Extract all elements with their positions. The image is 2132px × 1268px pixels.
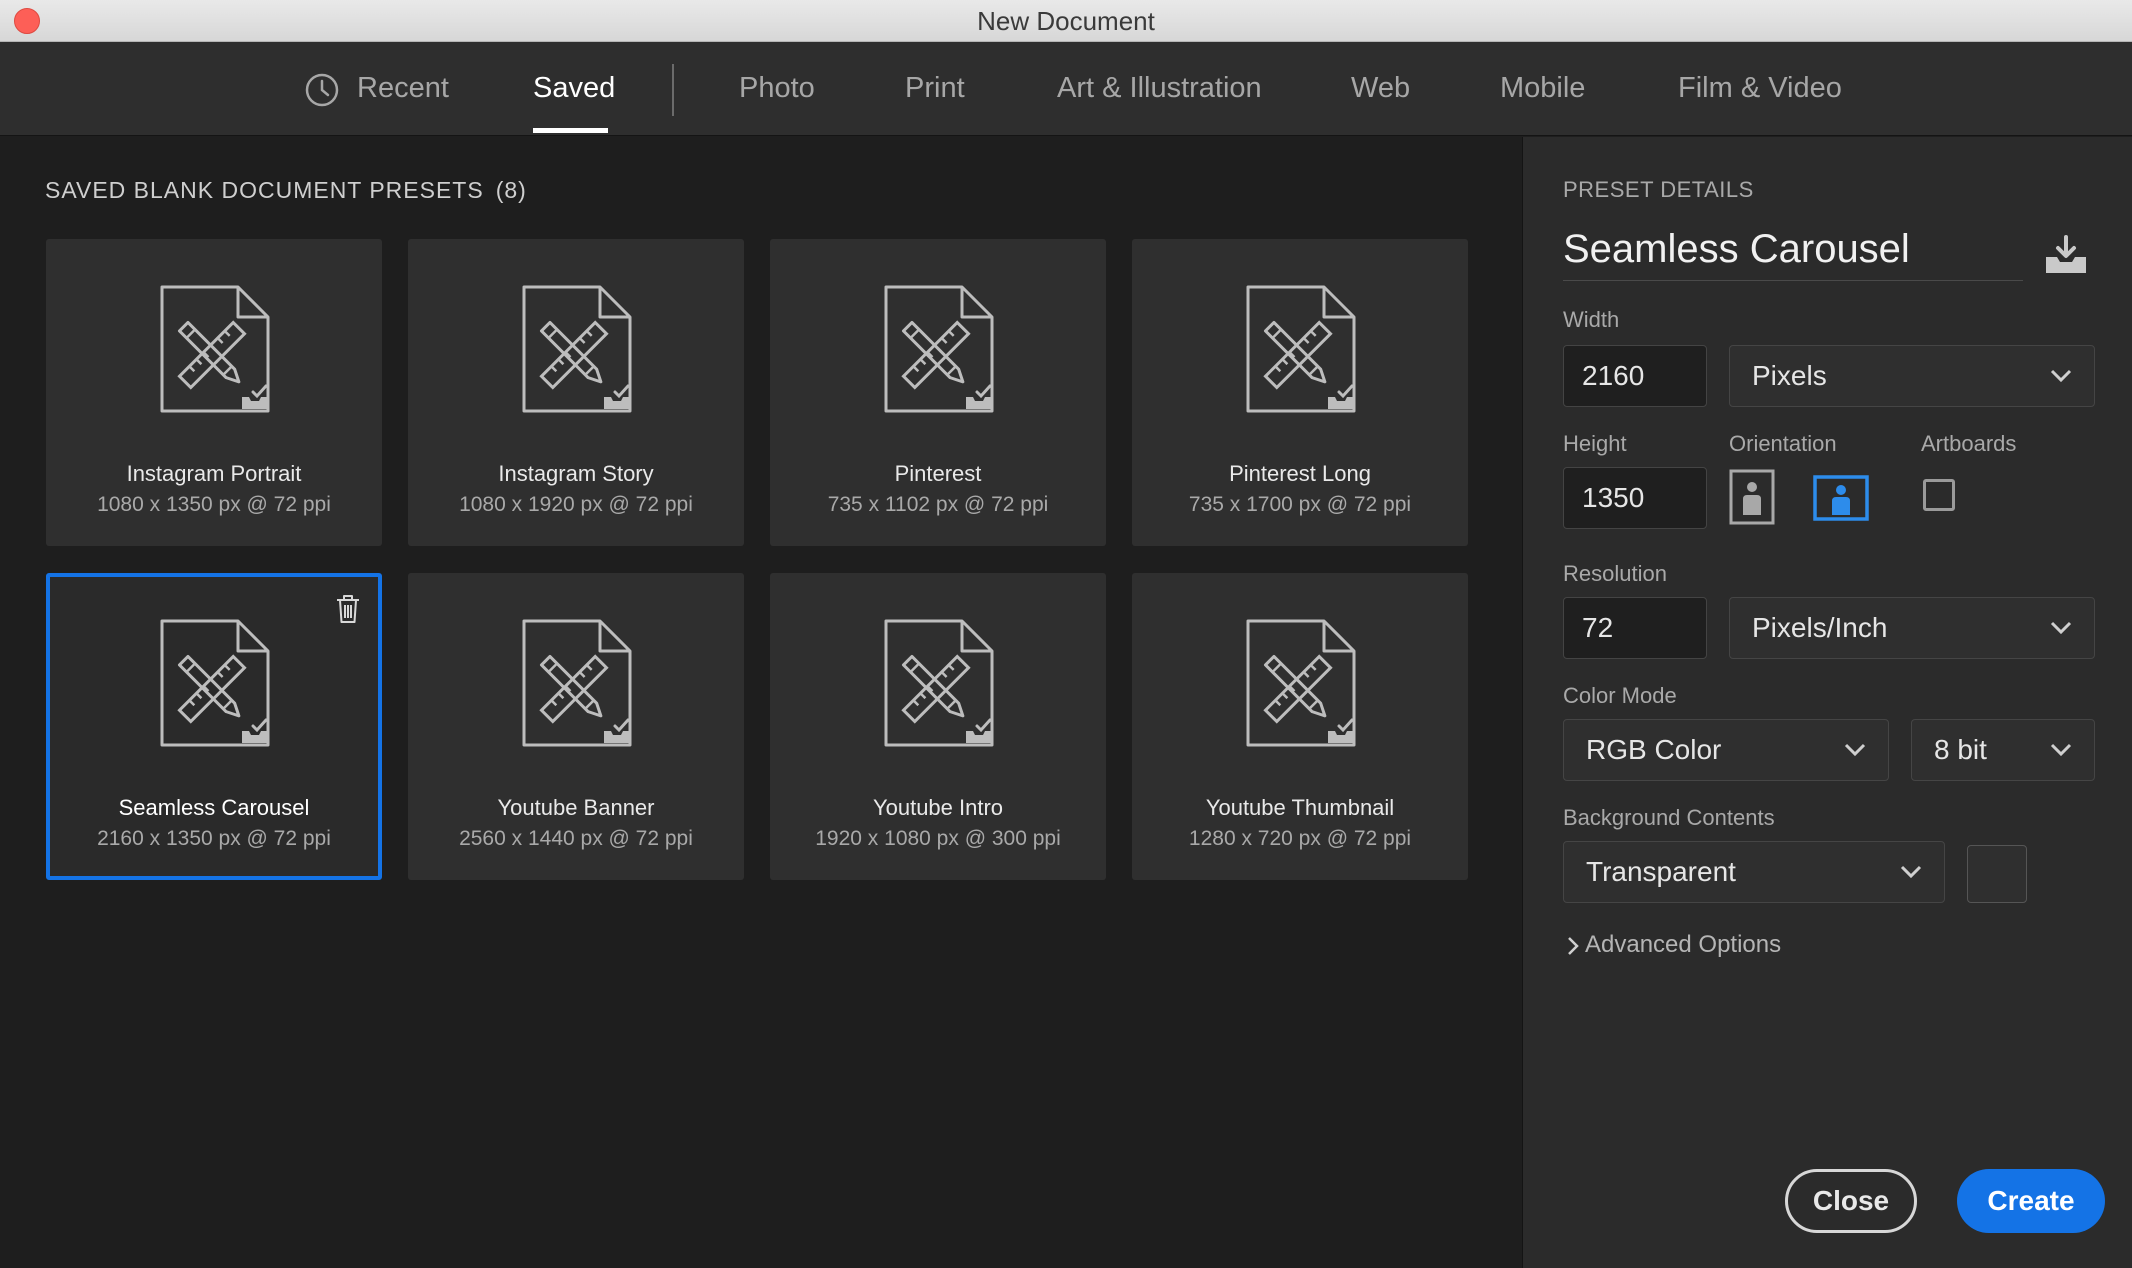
preset-name: Pinterest Long: [1229, 461, 1371, 486]
preset-gallery: SAVED BLANK DOCUMENT PRESETS (8) Instagra…: [0, 137, 1522, 1268]
create-button[interactable]: Create: [1957, 1169, 2105, 1233]
save-preset-icon[interactable]: [2043, 235, 2089, 275]
resolution-unit-select[interactable]: Pixels/Inch: [1729, 597, 2095, 659]
width-unit-value: Pixels: [1752, 360, 1827, 391]
tab-art-illustration[interactable]: Art & Illustration: [1057, 72, 1262, 105]
chevron-down-icon: [2050, 621, 2072, 635]
tab-saved[interactable]: Saved: [533, 72, 615, 105]
document-preset-icon: [522, 285, 632, 413]
orientation-label: Orientation: [1729, 431, 1837, 456]
tab-film-video[interactable]: Film & Video: [1678, 72, 1842, 105]
tab-active-indicator: [533, 128, 608, 133]
background-label: Background Contents: [1563, 805, 1775, 830]
preset-name: Pinterest: [894, 461, 982, 486]
trash-icon[interactable]: [334, 593, 362, 625]
advanced-options-label: Advanced Options: [1585, 931, 1782, 958]
width-input[interactable]: 2160: [1563, 345, 1707, 407]
preset-name-input[interactable]: Seamless Carousel: [1563, 227, 2023, 281]
color-mode-select[interactable]: RGB Color: [1563, 719, 1889, 781]
background-color-swatch[interactable]: [1967, 845, 2027, 903]
document-preset-icon: [884, 285, 994, 413]
resolution-input[interactable]: 72: [1563, 597, 1707, 659]
color-mode-label: Color Mode: [1563, 683, 1677, 708]
close-button[interactable]: Close: [1785, 1169, 1917, 1233]
preset-name: Youtube Banner: [497, 795, 655, 820]
tab-recent[interactable]: Recent: [357, 72, 449, 105]
height-input[interactable]: 1350: [1563, 467, 1707, 529]
preset-dimensions: 1920 x 1080 px @ 300 ppi: [815, 827, 1061, 850]
advanced-options-toggle[interactable]: Advanced Options: [1567, 931, 1781, 959]
preset-name: Youtube Intro: [872, 795, 1004, 820]
category-tabs: Recent Saved Photo Print Art & Illustrat…: [0, 42, 2132, 136]
tab-web[interactable]: Web: [1351, 72, 1410, 105]
artboards-label: Artboards: [1921, 431, 2017, 456]
preset-card-selected[interactable]: Seamless Carousel 2160 x 1350 px @ 72 pp…: [46, 573, 382, 880]
preset-name: Instagram Story: [498, 461, 654, 486]
gallery-title-text: SAVED BLANK DOCUMENT PRESETS: [45, 177, 484, 203]
preset-dimensions: 2560 x 1440 px @ 72 ppi: [459, 827, 693, 850]
preset-card[interactable]: Instagram Story 1080 x 1920 px @ 72 ppi: [408, 239, 744, 546]
window-title: New Document: [977, 6, 1155, 36]
background-select[interactable]: Transparent: [1563, 841, 1945, 903]
document-preset-icon: [884, 619, 994, 747]
document-preset-icon: [1246, 285, 1356, 413]
resolution-unit-value: Pixels/Inch: [1752, 612, 1888, 643]
preset-card[interactable]: Youtube Thumbnail 1280 x 720 px @ 72 ppi: [1132, 573, 1468, 880]
preset-card[interactable]: Youtube Banner 2560 x 1440 px @ 72 ppi: [408, 573, 744, 880]
preset-dimensions: 2160 x 1350 px @ 72 ppi: [97, 827, 331, 850]
preset-dimensions: 1080 x 1350 px @ 72 ppi: [97, 493, 331, 516]
width-label: Width: [1563, 307, 1620, 332]
tab-print[interactable]: Print: [905, 72, 965, 105]
preset-name: Instagram Portrait: [126, 461, 302, 486]
height-label: Height: [1563, 431, 1627, 456]
chevron-down-icon: [1844, 743, 1866, 757]
preset-name: Seamless Carousel: [118, 795, 310, 820]
gallery-count: (8): [495, 177, 527, 203]
clock-icon: [305, 73, 339, 107]
document-preset-icon: [160, 285, 270, 413]
preset-card[interactable]: Youtube Intro 1920 x 1080 px @ 300 ppi: [770, 573, 1106, 880]
document-preset-icon: [1246, 619, 1356, 747]
chevron-right-icon: [1568, 936, 1579, 955]
preset-card[interactable]: Pinterest Long 735 x 1700 px @ 72 ppi: [1132, 239, 1468, 546]
preset-card[interactable]: Instagram Portrait 1080 x 1350 px @ 72 p…: [46, 239, 382, 546]
tab-mobile[interactable]: Mobile: [1500, 72, 1585, 105]
preset-details-panel: PRESET DETAILS Seamless Carousel Width 2…: [1522, 137, 2132, 1268]
preset-card[interactable]: Pinterest 735 x 1102 px @ 72 ppi: [770, 239, 1106, 546]
tab-divider: [672, 64, 674, 116]
preset-details-heading: PRESET DETAILS: [1563, 177, 1754, 202]
resolution-label: Resolution: [1563, 561, 1667, 586]
background-value: Transparent: [1586, 856, 1736, 887]
portrait-orientation-icon[interactable]: [1729, 469, 1775, 525]
document-preset-icon: [522, 619, 632, 747]
preset-dimensions: 1280 x 720 px @ 72 ppi: [1188, 827, 1412, 850]
tab-photo[interactable]: Photo: [739, 72, 815, 105]
bit-depth-select[interactable]: 8 bit: [1911, 719, 2095, 781]
preset-dimensions: 735 x 1102 px @ 72 ppi: [827, 493, 1049, 516]
preset-dimensions: 735 x 1700 px @ 72 ppi: [1188, 493, 1412, 516]
width-unit-select[interactable]: Pixels: [1729, 345, 2095, 407]
preset-name: Youtube Thumbnail: [1205, 795, 1395, 820]
artboards-checkbox[interactable]: [1923, 479, 1955, 511]
landscape-orientation-icon[interactable]: [1813, 475, 1869, 521]
chevron-down-icon: [1900, 865, 1922, 879]
bit-depth-value: 8 bit: [1934, 734, 1987, 765]
preset-dimensions: 1080 x 1920 px @ 72 ppi: [459, 493, 693, 516]
title-bar: New Document: [0, 0, 2132, 42]
document-preset-icon: [160, 619, 270, 747]
gallery-title: SAVED BLANK DOCUMENT PRESETS (8): [45, 177, 527, 204]
chevron-down-icon: [2050, 369, 2072, 383]
chevron-down-icon: [2050, 743, 2072, 757]
color-mode-value: RGB Color: [1586, 734, 1722, 765]
